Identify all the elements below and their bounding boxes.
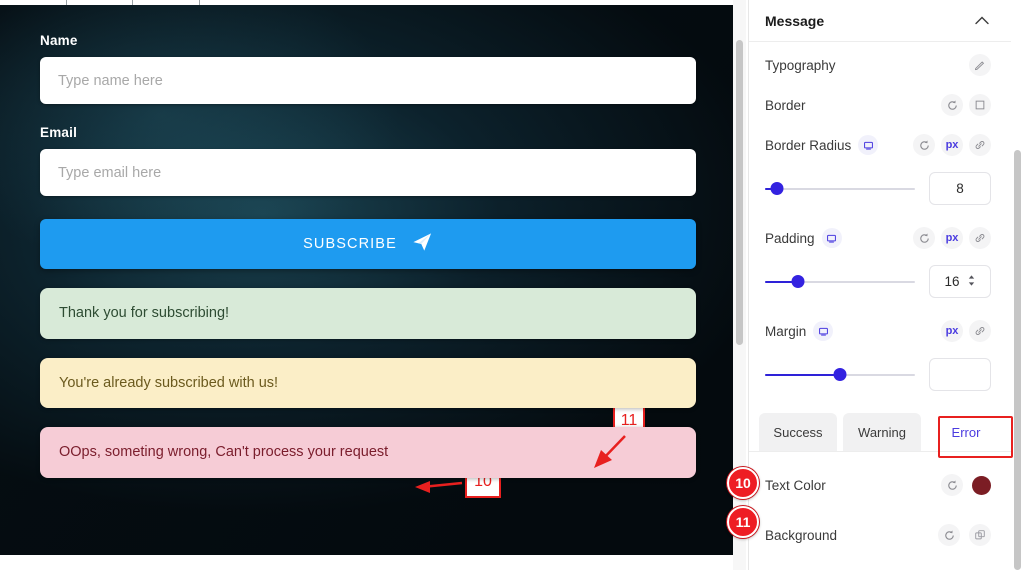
text-color-row[interactable]: Text Color (749, 468, 1011, 502)
unit-px-button[interactable]: px (941, 227, 963, 249)
tab-success[interactable]: Success (759, 413, 837, 451)
padding-slider[interactable] (765, 273, 915, 291)
text-color-label: Text Color (765, 477, 826, 493)
reset-icon[interactable] (941, 474, 963, 496)
monitor-icon[interactable] (813, 321, 834, 341)
tab-label: Warning (858, 424, 906, 440)
settings-panel-content: Message Typography Border Border Radius … (749, 0, 1011, 552)
margin-slider-row (749, 358, 1011, 391)
unit-px-button[interactable]: px (941, 320, 963, 342)
color-swatch[interactable] (972, 475, 991, 495)
name-label: Name (40, 33, 78, 48)
copy-layers-icon[interactable] (969, 524, 991, 546)
annotation-badge-11: 11 (727, 506, 759, 538)
border-radius-value-input[interactable]: 8 (929, 172, 991, 205)
annotation-highlight-error-tab (938, 416, 1013, 458)
border-box-icon[interactable] (969, 94, 991, 116)
reset-icon[interactable] (913, 134, 935, 156)
border-radius-slider[interactable] (765, 180, 915, 198)
border-radius-row: Border Radius px (749, 128, 1011, 162)
unit-label: px (945, 232, 959, 244)
panel-scrollbar-thumb[interactable] (1014, 150, 1021, 570)
reset-icon[interactable] (938, 524, 960, 546)
alert-success: Thank you for subscribing! (40, 288, 696, 339)
typography-label: Typography (765, 57, 836, 73)
margin-row: Margin px (749, 314, 1011, 348)
border-radius-slider-row: 8 (749, 172, 1011, 205)
link-icon[interactable] (969, 227, 991, 249)
section-title: Message (765, 13, 825, 29)
preview-scrollbar-thumb[interactable] (736, 40, 743, 345)
margin-value-input[interactable] (929, 358, 991, 391)
name-input[interactable] (40, 57, 696, 104)
slider-thumb[interactable] (833, 368, 847, 381)
slider-thumb[interactable] (770, 182, 784, 195)
pencil-icon[interactable] (969, 54, 991, 76)
alert-warning: You're already subscribed with us! (40, 357, 696, 409)
padding-value-input[interactable]: 16 (929, 265, 991, 298)
subscribe-form: Name Email SUBSCRIBE Thank you for subsc… (40, 33, 696, 479)
link-icon[interactable] (969, 134, 991, 156)
unit-label: px (945, 325, 959, 337)
slider-track (765, 187, 915, 190)
slider-thumb[interactable] (791, 275, 805, 288)
settings-panel: Message Typography Border Border Radius … (748, 0, 1024, 570)
unit-label: px (945, 139, 959, 151)
subscribe-button-label: SUBSCRIBE (303, 236, 397, 252)
reset-icon[interactable] (941, 94, 963, 116)
email-label: Email (40, 125, 78, 140)
reset-icon[interactable] (913, 227, 935, 249)
margin-label: Margin (765, 323, 807, 339)
monitor-icon[interactable] (821, 228, 842, 248)
typography-row[interactable]: Typography (749, 48, 1011, 82)
tab-label: Success (773, 424, 823, 440)
monitor-icon[interactable] (858, 135, 879, 155)
padding-label: Padding (765, 230, 815, 246)
border-radius-label: Border Radius (765, 137, 852, 153)
padding-row: Padding px (749, 221, 1011, 255)
send-icon (411, 232, 433, 256)
error-tab-panel: Text Color Background (749, 451, 1011, 552)
border-label: Border (765, 97, 806, 113)
subscribe-button[interactable]: SUBSCRIBE (40, 219, 696, 269)
subscribe-widget-preview: Name Email SUBSCRIBE Thank you for subsc… (0, 5, 733, 555)
annotation-badge-10: 10 (727, 467, 759, 499)
slider-fill (765, 373, 840, 376)
border-radius-value: 8 (956, 181, 964, 196)
border-row[interactable]: Border (749, 88, 1011, 122)
message-section-header[interactable]: Message (749, 0, 1011, 42)
email-input[interactable] (40, 149, 696, 196)
padding-value: 16 (944, 274, 960, 289)
stepper-arrows-icon[interactable] (967, 274, 976, 290)
preview-canvas: Name Email SUBSCRIBE Thank you for subsc… (0, 0, 733, 570)
app-root: Name Email SUBSCRIBE Thank you for subsc… (0, 0, 1024, 570)
alert-error: OOps, someting wrong, Can't process your… (40, 427, 696, 479)
chevron-up-icon[interactable] (975, 12, 989, 30)
tab-warning[interactable]: Warning (843, 413, 921, 451)
unit-px-button[interactable]: px (941, 134, 963, 156)
padding-slider-row: 16 (749, 265, 1011, 298)
background-row[interactable]: Background (749, 518, 1011, 552)
background-label: Background (765, 527, 838, 543)
margin-slider[interactable] (765, 366, 915, 384)
link-icon[interactable] (969, 320, 991, 342)
